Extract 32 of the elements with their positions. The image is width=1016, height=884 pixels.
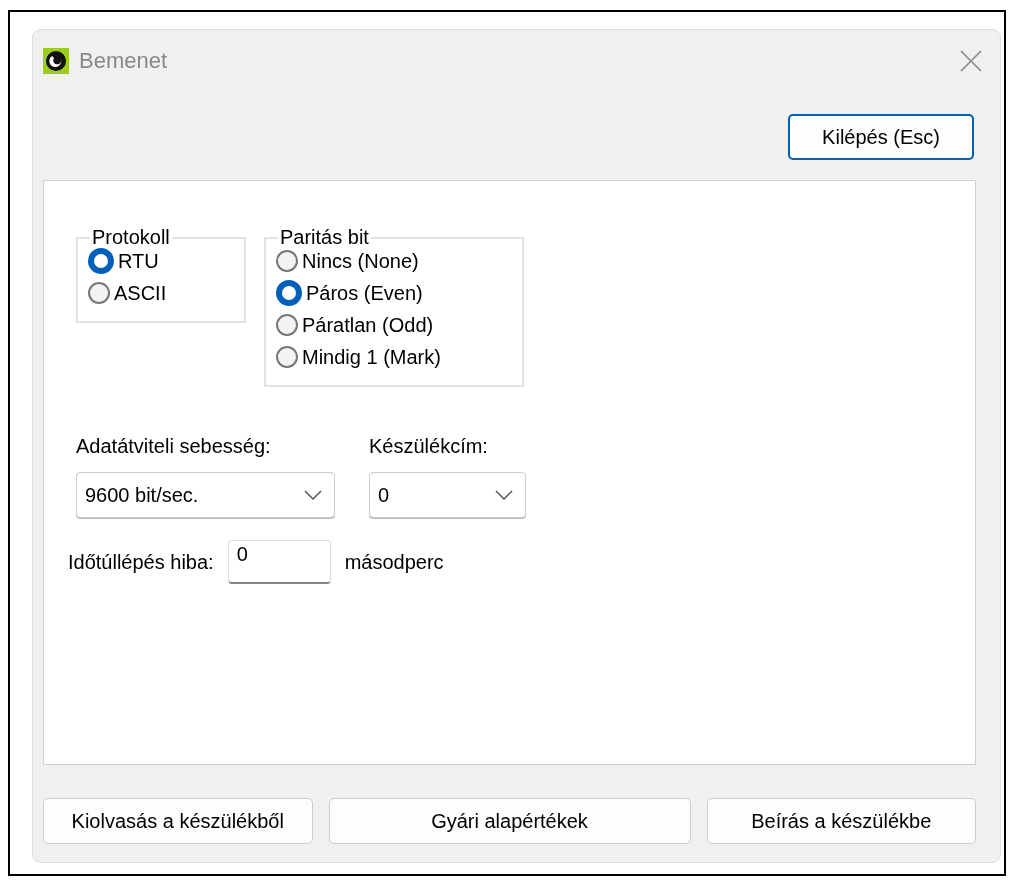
radio-label: Páratlan (Odd) [302,313,434,337]
radio-label: RTU [118,249,159,273]
unit-label: másodperc [344,550,444,574]
field-label: Készülékcím: [369,435,489,458]
address-dropdown[interactable]: 0 [369,472,526,518]
radio-label: Nincs (None) [302,249,419,273]
radio-button[interactable] [276,346,298,368]
radio-option[interactable]: ASCII [88,277,228,309]
radio-button[interactable] [276,280,302,306]
radio-option[interactable]: Mindig 1 (Mark) [276,341,506,373]
action-button[interactable]: Gyári alapértékek [328,798,691,844]
baud-rate-dropdown[interactable]: 9600 bit/sec. [76,472,335,518]
app-logo-icon [43,48,69,74]
radio-button[interactable] [276,314,298,336]
timeout-input-field[interactable]: 0 [227,540,331,584]
radio-label: Mindig 1 (Mark) [302,345,441,369]
radio-option[interactable]: Páratlan (Odd) [276,309,506,341]
close-icon[interactable] [960,50,982,72]
radio-button[interactable] [88,248,114,274]
radio-label: Páros (Even) [306,281,423,305]
chevron-down-icon [495,490,513,500]
radio-button[interactable] [276,250,298,272]
exit-button[interactable]: Kilépés (Esc) [788,114,974,160]
radio-label: ASCII [114,281,167,305]
action-button[interactable]: Beírás a készülékbe [706,798,976,844]
radio-option[interactable]: Páros (Even) [276,277,506,309]
window-title: Bemenet [79,48,169,74]
radio-button[interactable] [88,282,110,304]
field-label: Időtúllépés hiba: [68,550,214,574]
chevron-down-icon [304,490,322,500]
action-button[interactable]: Kiolvasás a készülékből [43,798,313,844]
field-label: Adatátviteli sebesség: [76,435,272,458]
